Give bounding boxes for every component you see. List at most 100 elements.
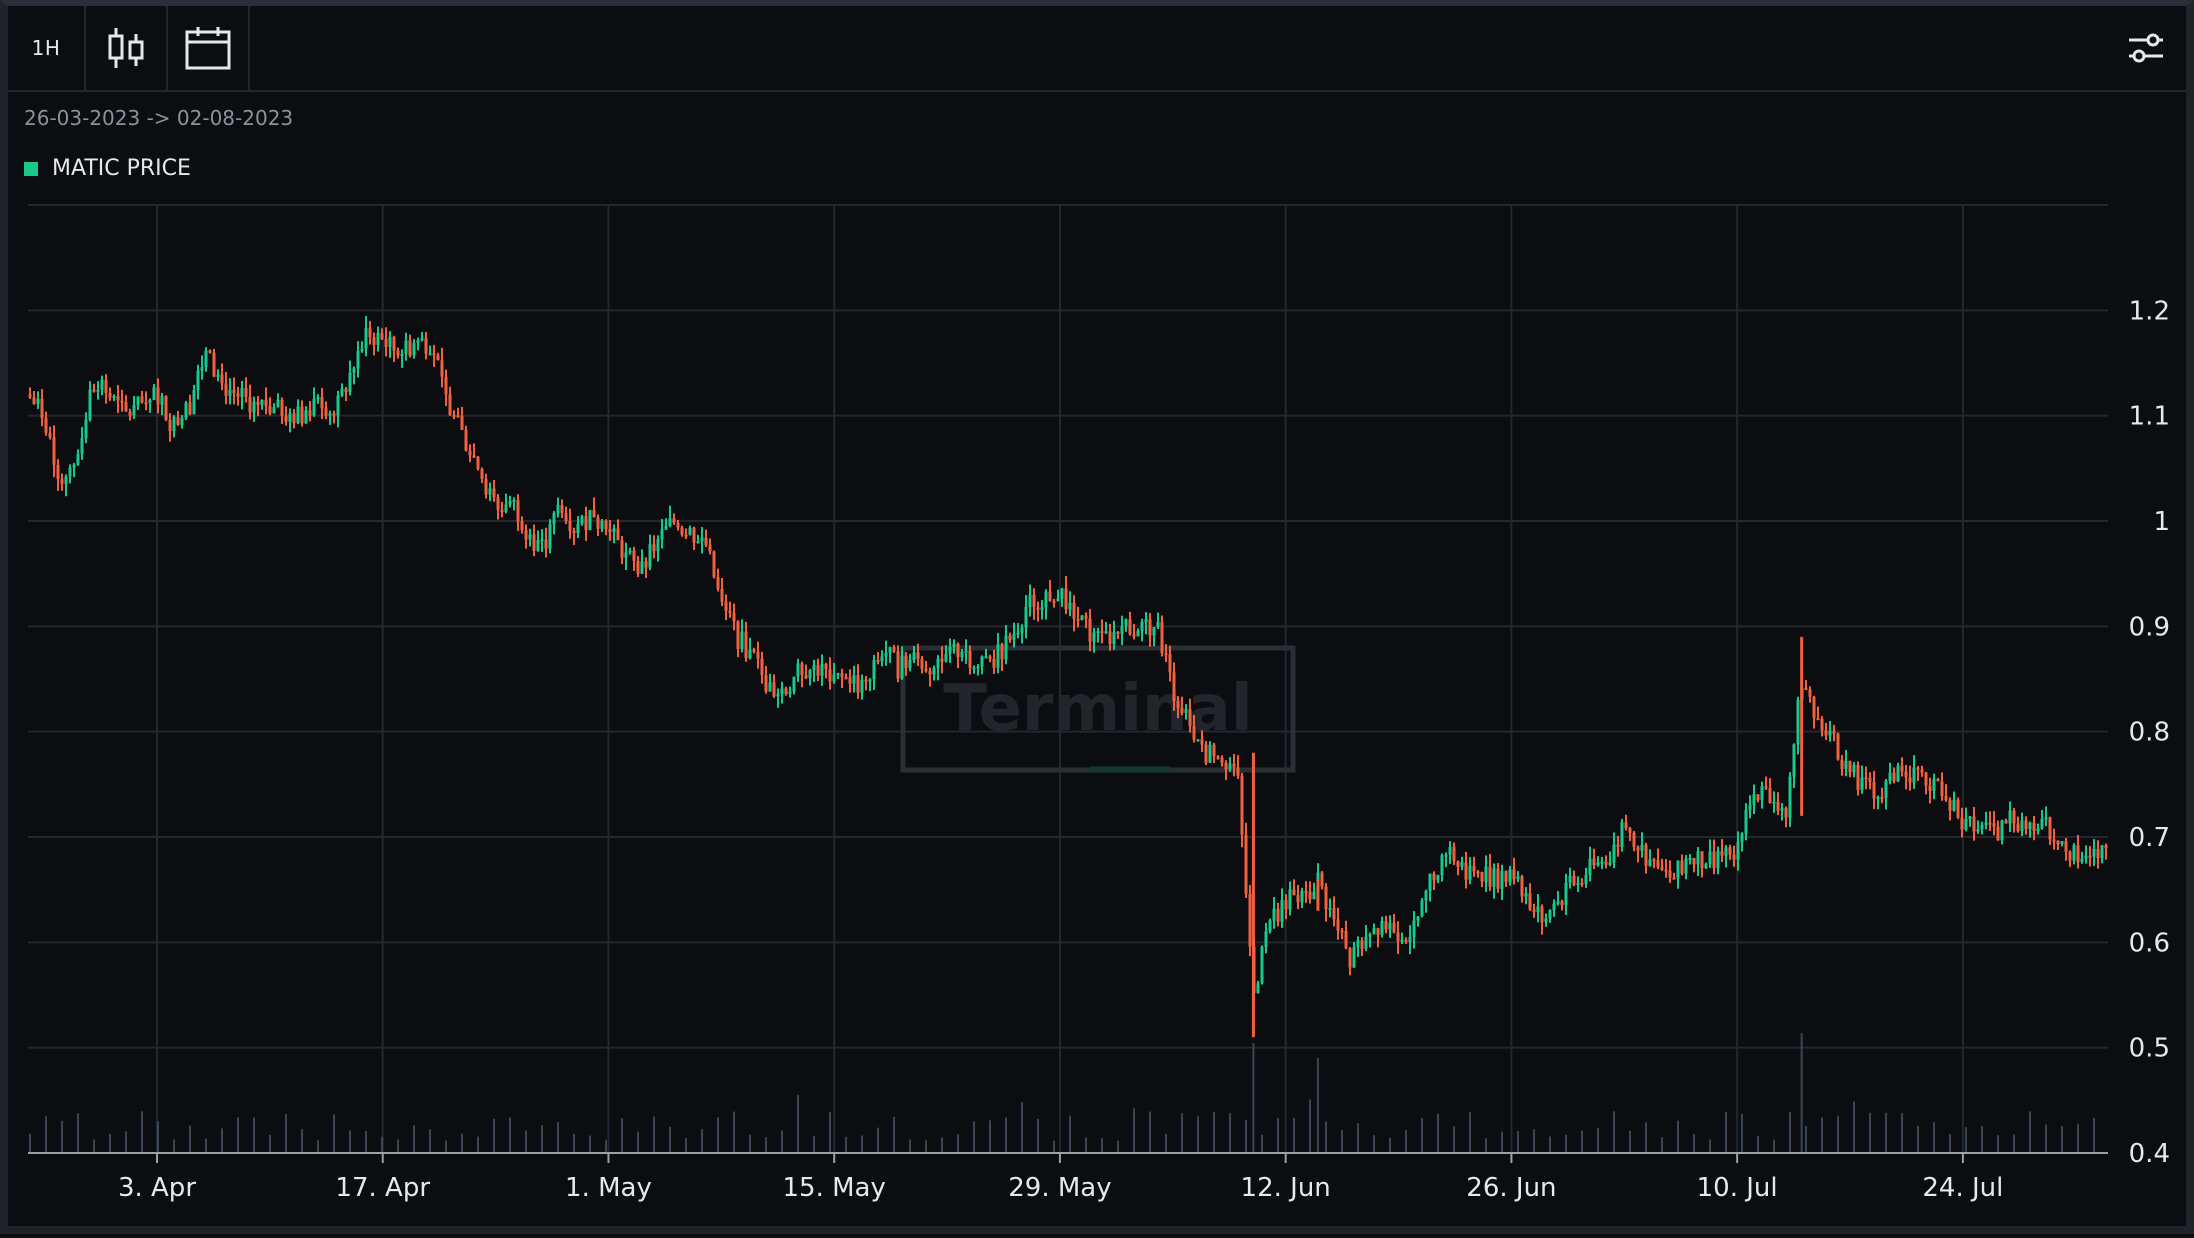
- candle-body: [1768, 788, 1772, 803]
- candle-body: [1548, 910, 1552, 919]
- x-tick-label: 26. Jun: [1466, 1173, 1556, 1203]
- price-chart-svg[interactable]: Terminal 3. Apr 17. Apr 1. May 15. May 29. M…: [0, 0, 2194, 1234]
- candle-body: [260, 399, 264, 406]
- candle-body: [992, 658, 996, 668]
- candle-body: [784, 688, 788, 695]
- candle-body: [640, 561, 644, 574]
- candle-body: [1820, 718, 1824, 731]
- candle-body: [888, 647, 892, 653]
- candle-body: [216, 374, 220, 377]
- candle-body: [588, 509, 592, 531]
- candle-body: [964, 650, 968, 653]
- candle-body: [1848, 760, 1852, 773]
- candle-body: [248, 396, 252, 413]
- candle-body: [1208, 744, 1212, 763]
- candle-body: [200, 367, 204, 371]
- candle-body: [1168, 654, 1172, 673]
- candle-body: [1212, 744, 1216, 757]
- candle-body: [2012, 810, 2016, 824]
- candle-body: [1276, 908, 1280, 922]
- candle-body: [1860, 777, 1864, 790]
- candle-body: [1840, 759, 1844, 769]
- candle-body: [880, 656, 884, 662]
- candle-body: [1680, 860, 1684, 874]
- candle-body: [792, 676, 796, 692]
- candle-body: [1888, 772, 1892, 782]
- candle-body: [636, 560, 640, 574]
- candle-body: [752, 649, 756, 652]
- candle-body: [188, 402, 192, 415]
- candle-body: [1688, 857, 1692, 860]
- candle-body: [84, 419, 88, 439]
- candle-body: [1604, 861, 1608, 865]
- candle-body: [1004, 635, 1008, 660]
- price-chart[interactable]: Terminal 3. Apr 17. Apr 1. May 15. May 29. M…: [0, 0, 2194, 1234]
- x-tick-label: 10. Jul: [1697, 1173, 1778, 1203]
- candle-body: [972, 667, 976, 670]
- candle-body: [92, 389, 96, 392]
- y-tick-label: 0.9: [2129, 612, 2170, 642]
- candle-body: [112, 395, 116, 398]
- candle-body: [1188, 709, 1192, 727]
- candle-body: [400, 353, 404, 356]
- candle-body: [1620, 822, 1624, 847]
- candle-body: [708, 545, 712, 552]
- candle-body: [180, 417, 184, 425]
- candle-body: [120, 400, 124, 403]
- candle-body: [2088, 855, 2092, 858]
- candle-body: [1108, 631, 1112, 644]
- candle-body: [484, 478, 488, 495]
- candle-body: [384, 338, 388, 347]
- x-tick-label: 15. May: [783, 1173, 886, 1203]
- candle-body: [1452, 846, 1456, 862]
- candle-body: [896, 651, 900, 679]
- candle-body: [152, 387, 156, 400]
- candle-body: [832, 674, 836, 682]
- candle-body: [1904, 771, 1908, 778]
- candle-body: [372, 337, 376, 345]
- candle-body: [744, 631, 748, 659]
- candle-body: [1708, 851, 1712, 864]
- candle-body: [1512, 869, 1516, 880]
- candle-body: [1936, 778, 1940, 782]
- candle-body: [532, 534, 536, 551]
- candle-body: [716, 576, 720, 590]
- candle-body: [1868, 778, 1872, 782]
- candle-body: [936, 658, 940, 668]
- candle-body: [2052, 839, 2056, 842]
- candle-body: [1960, 817, 1964, 830]
- candle-body: [1944, 796, 1948, 800]
- candle-body: [1204, 744, 1208, 763]
- candle-body: [1696, 851, 1700, 865]
- candle-body: [884, 652, 888, 657]
- candle-body: [1816, 718, 1820, 721]
- candle-body: [580, 516, 584, 525]
- candle-body: [1432, 873, 1436, 881]
- candle-body: [212, 352, 216, 377]
- candle-body: [208, 350, 212, 353]
- candle-body: [316, 397, 320, 400]
- candle-body: [60, 478, 64, 484]
- candle-body: [760, 658, 764, 676]
- candle-body: [1076, 618, 1080, 621]
- candle-body: [948, 647, 952, 654]
- candle-body: [184, 402, 188, 418]
- candle-body: [88, 389, 92, 420]
- candle-body: [1084, 615, 1088, 619]
- candle-body: [364, 328, 368, 349]
- candle-body: [596, 517, 600, 529]
- candle-body: [2064, 841, 2068, 852]
- candle-body: [704, 537, 708, 546]
- candle-body: [272, 407, 276, 414]
- candle-body: [984, 656, 988, 659]
- candle-body: [1328, 907, 1332, 910]
- candle-body: [648, 544, 652, 568]
- candle-body: [252, 401, 256, 413]
- candle-body: [1060, 588, 1064, 599]
- candle-body: [572, 530, 576, 534]
- candle-body: [168, 419, 172, 432]
- candle-body: [1500, 871, 1504, 889]
- candle-body: [436, 354, 440, 361]
- candle-body: [1064, 588, 1068, 610]
- candle-body: [1468, 865, 1472, 880]
